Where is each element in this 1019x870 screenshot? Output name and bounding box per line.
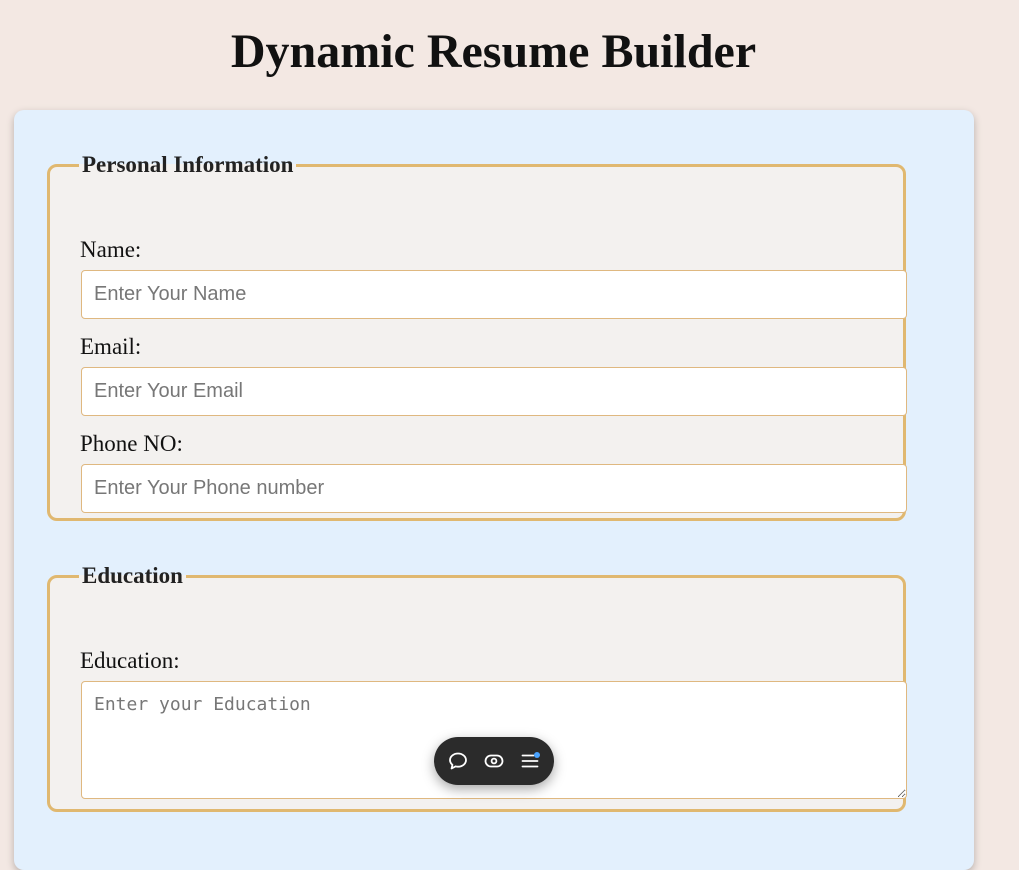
education-legend: Education <box>82 563 183 588</box>
preview-button[interactable] <box>479 746 509 776</box>
comment-icon <box>449 752 467 770</box>
phone-label: Phone NO: <box>80 431 183 456</box>
personal-information-fieldset: Personal Information Name: Email: Phone … <box>47 152 907 521</box>
comment-button[interactable] <box>443 746 473 776</box>
email-label: Email: <box>80 334 142 359</box>
name-label: Name: <box>80 237 142 262</box>
page-title: Dynamic Resume Builder <box>230 25 757 78</box>
phone-input[interactable] <box>81 464 907 513</box>
personal-information-legend: Personal Information <box>82 152 294 177</box>
eye-icon <box>484 754 504 768</box>
email-input[interactable] <box>81 367 907 416</box>
name-input[interactable] <box>81 270 907 319</box>
floating-toolbar <box>434 737 554 785</box>
education-label: Education: <box>80 648 180 673</box>
notification-dot <box>534 752 540 758</box>
menu-button[interactable] <box>515 746 545 776</box>
